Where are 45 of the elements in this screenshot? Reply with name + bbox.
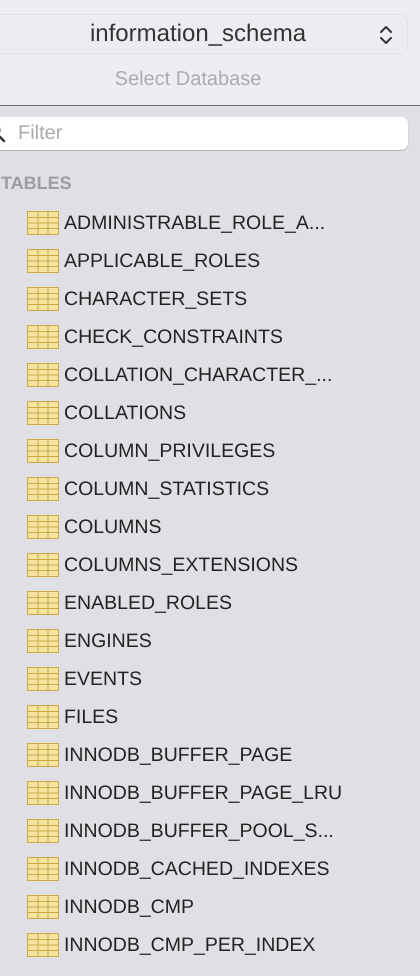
stepper-icon bbox=[379, 25, 393, 45]
table-item[interactable]: COLUMNS bbox=[64, 516, 162, 538]
table-icon bbox=[27, 667, 59, 691]
table-item[interactable]: ADMINISTRABLE_ROLE_A... bbox=[64, 212, 326, 234]
table-icon bbox=[27, 591, 59, 615]
table-icon bbox=[27, 401, 59, 425]
table-icon bbox=[27, 553, 59, 577]
table-icon bbox=[27, 515, 59, 539]
table-item[interactable]: INNODB_BUFFER_PAGE bbox=[64, 744, 292, 766]
table-item[interactable]: INNODB_CMP_PER_INDEX bbox=[64, 934, 316, 956]
table-icon bbox=[27, 629, 59, 653]
table-icon bbox=[27, 477, 59, 501]
table-icon bbox=[27, 211, 59, 235]
table-item[interactable]: COLLATIONS bbox=[64, 402, 186, 424]
table-item[interactable]: COLLATION_CHARACTER_... bbox=[64, 364, 332, 386]
table-icon bbox=[27, 325, 59, 349]
table-icon bbox=[27, 743, 59, 767]
table-item[interactable]: FILES bbox=[64, 706, 118, 728]
table-icon bbox=[27, 819, 59, 843]
table-item[interactable]: EVENTS bbox=[64, 668, 142, 690]
table-item[interactable]: CHARACTER_SETS bbox=[64, 288, 248, 310]
table-item[interactable]: INNODB_BUFFER_POOL_S... bbox=[64, 820, 334, 842]
select-database-caption: Select Database bbox=[114, 68, 262, 91]
table-item[interactable]: ENGINES bbox=[64, 630, 152, 652]
table-item[interactable]: INNODB_BUFFER_PAGE_LRU bbox=[64, 782, 342, 804]
database-selector[interactable]: information_schema bbox=[0, 14, 408, 54]
table-item[interactable]: INNODB_CMP bbox=[64, 896, 194, 918]
table-icon bbox=[27, 781, 59, 805]
table-item[interactable]: COLUMNS_EXTENSIONS bbox=[64, 554, 298, 576]
table-item[interactable]: COLUMN_PRIVILEGES bbox=[64, 440, 276, 462]
table-item[interactable]: COLUMN_STATISTICS bbox=[64, 478, 270, 500]
section-title: TABLES bbox=[1, 173, 72, 194]
table-icon bbox=[27, 705, 59, 729]
filter-field[interactable]: Filter bbox=[0, 117, 408, 150]
table-icon bbox=[27, 933, 59, 957]
table-item[interactable]: CHECK_CONSTRAINTS bbox=[64, 326, 283, 348]
table-item[interactable]: INNODB_CACHED_INDEXES bbox=[64, 858, 330, 880]
table-icon bbox=[27, 439, 59, 463]
table-item[interactable]: APPLICABLE_ROLES bbox=[64, 250, 260, 272]
table-icon bbox=[27, 363, 59, 387]
table-icon bbox=[27, 249, 59, 273]
table-icon bbox=[27, 857, 59, 881]
table-item[interactable]: ENABLED_ROLES bbox=[64, 592, 232, 614]
table-icon bbox=[27, 287, 59, 311]
table-icon bbox=[27, 895, 59, 919]
